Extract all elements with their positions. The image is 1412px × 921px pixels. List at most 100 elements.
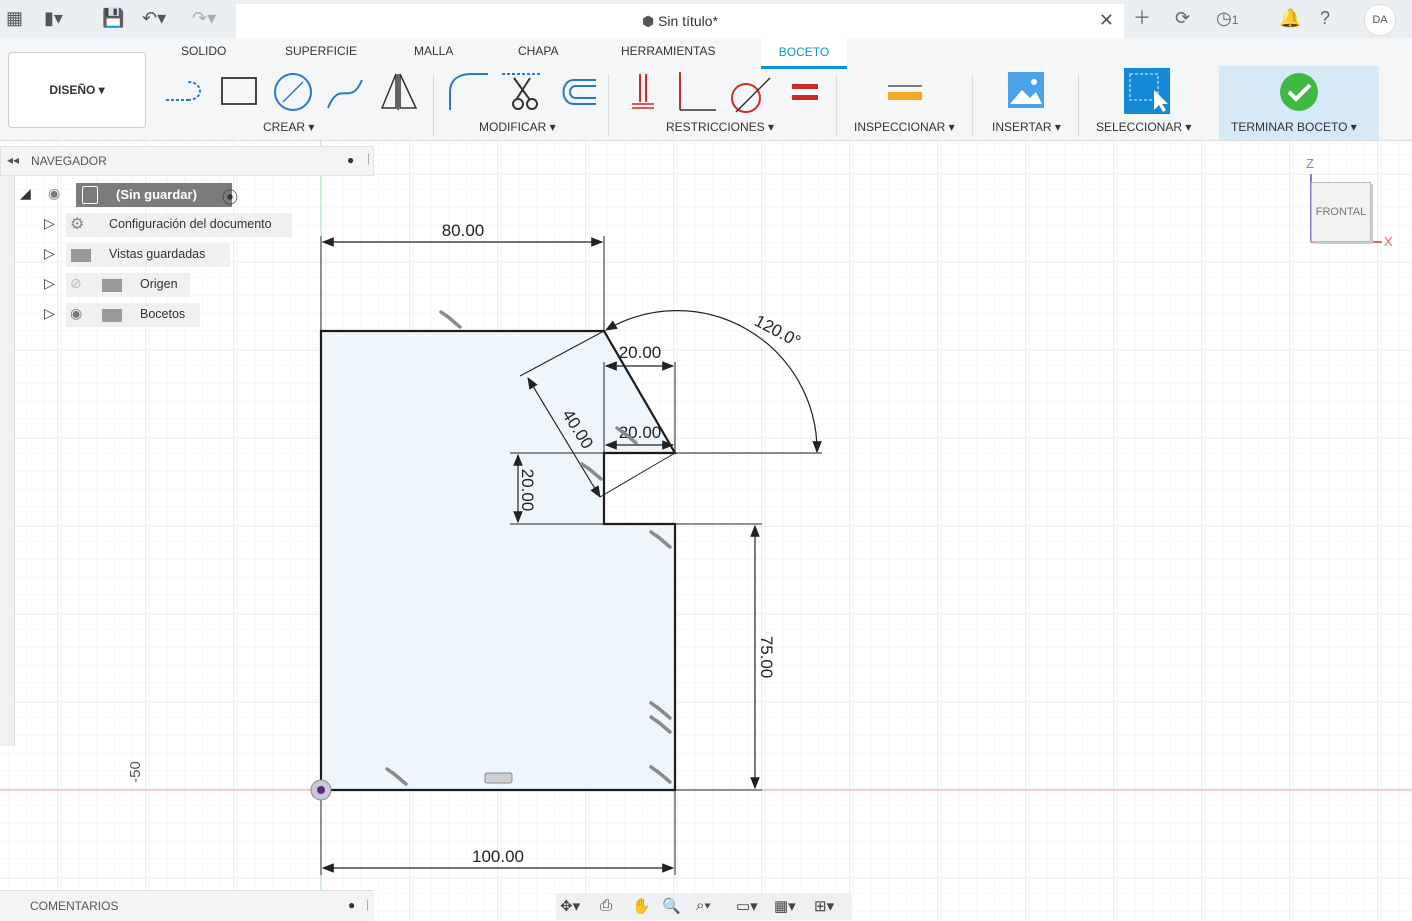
- ruler-label: -50: [127, 761, 144, 783]
- dim-bottom-width[interactable]: 100.00: [472, 847, 524, 866]
- horizontal-constraint-icon[interactable]: [615, 426, 638, 445]
- tree-item-origin[interactable]: ▷ ⊘ Origen: [40, 273, 300, 297]
- insert-image-icon[interactable]: [1008, 72, 1044, 108]
- tree-item-label: Configuración del documento: [109, 217, 272, 231]
- fit-zoom-icon[interactable]: ⌕▾: [696, 897, 711, 914]
- dim-slant-length[interactable]: 40.00: [558, 406, 597, 452]
- eye-icon[interactable]: ◉: [70, 305, 82, 322]
- orbit-icon[interactable]: ✥▾: [560, 897, 580, 915]
- divider: [972, 74, 973, 136]
- expand-triangle-icon[interactable]: ▷: [44, 305, 55, 322]
- origin-point-icon[interactable]: [310, 779, 332, 801]
- rectangle-tool-icon[interactable]: [221, 77, 257, 105]
- fillet-tool-icon[interactable]: [449, 73, 488, 110]
- root-highlight: (Sin guardar): [76, 183, 232, 207]
- save-icon[interactable]: 💾: [102, 8, 124, 28]
- look-at-icon[interactable]: ⎙: [600, 897, 612, 914]
- fix-constraint-icon[interactable]: [484, 772, 513, 784]
- display-settings-icon[interactable]: ▭▾: [736, 897, 758, 915]
- dimension-line-slant[interactable]: [527, 376, 601, 499]
- circle-tool-icon[interactable]: [274, 73, 312, 111]
- offset-tool-icon[interactable]: [562, 79, 597, 105]
- line-tool-icon[interactable]: [166, 81, 201, 101]
- vertical-constraint-icon[interactable]: [649, 701, 672, 734]
- pan-hand-icon[interactable]: ✋: [632, 897, 651, 915]
- redo-icon[interactable]: ↷▾: [192, 8, 216, 28]
- dim-step-height[interactable]: 20.00: [518, 469, 537, 512]
- expand-triangle-icon[interactable]: ▷: [44, 215, 55, 232]
- dim-step-mid[interactable]: 20.00: [619, 423, 662, 442]
- tree-item-document-settings[interactable]: ▷ ⚙ Configuración del documento: [40, 213, 300, 237]
- viewcube-x-label: X: [1384, 234, 1393, 249]
- group-crear[interactable]: CREAR ▾: [263, 120, 314, 134]
- dimension-extension-lines: [320, 236, 822, 875]
- group-modificar[interactable]: MODIFICAR ▾: [479, 120, 556, 134]
- constraint-glyphs: [385, 310, 672, 786]
- sketch-profile[interactable]: [319, 329, 677, 792]
- divider: [1078, 74, 1079, 136]
- viewports-icon[interactable]: ⊞▾: [814, 897, 834, 915]
- finish-sketch-label: TERMINAR BOCETO ▾: [1231, 120, 1357, 134]
- file-menu-icon[interactable]: ▮▾: [44, 8, 63, 28]
- equal-constraint-icon[interactable]: [792, 84, 818, 100]
- panel-grip-icon[interactable]: |: [366, 897, 369, 911]
- extensions-icon[interactable]: ⟳: [1175, 8, 1190, 28]
- group-seleccionar[interactable]: SELECCIONAR ▾: [1096, 120, 1191, 134]
- zoom-icon[interactable]: 🔍: [662, 897, 681, 915]
- dim-step-top[interactable]: 20.00: [619, 343, 662, 362]
- expand-triangle-icon[interactable]: ▷: [44, 245, 55, 262]
- select-tool-icon[interactable]: [1124, 68, 1170, 114]
- folder-icon: [71, 249, 91, 262]
- notifications-icon[interactable]: 🔔: [1279, 8, 1301, 28]
- tree-item-saved-views[interactable]: ▷ Vistas guardadas: [40, 243, 300, 267]
- spline-tool-icon[interactable]: [327, 79, 363, 109]
- add-comment-icon[interactable]: ●: [348, 898, 355, 912]
- vertical-constraint-icon[interactable]: [580, 462, 603, 481]
- help-icon[interactable]: ?: [1320, 8, 1330, 28]
- eye-hidden-icon[interactable]: ⊘: [70, 275, 82, 292]
- avatar[interactable]: DA: [1364, 4, 1396, 36]
- collapse-triangle-icon[interactable]: ◢: [20, 185, 31, 202]
- undo-icon[interactable]: ↶▾: [142, 8, 166, 28]
- tangent-constraint-icon[interactable]: [731, 77, 771, 113]
- app-grid-icon[interactable]: ▦: [6, 8, 23, 28]
- collapse-panel-icon[interactable]: ◂◂: [7, 153, 19, 167]
- browser-panel: ◂◂ NAVEGADOR ● |: [0, 146, 374, 176]
- horizontal-constraint-icon[interactable]: [649, 530, 672, 549]
- group-insertar[interactable]: INSERTAR ▾: [992, 120, 1061, 134]
- close-tab-icon[interactable]: ✕: [1099, 10, 1114, 30]
- panel-options-icon[interactable]: ●: [347, 153, 354, 167]
- perpendicular-constraint-icon[interactable]: [679, 72, 716, 111]
- horizontal-constraint-icon[interactable]: [385, 767, 408, 786]
- folder-icon: [102, 309, 122, 322]
- tree-root[interactable]: ◢ ◉ (Sin guardar) ⦿: [14, 183, 274, 207]
- grid-settings-icon[interactable]: ▦▾: [774, 897, 796, 915]
- comments-panel[interactable]: COMENTARIOS ● |: [0, 890, 374, 921]
- new-tab-icon[interactable]: ＋: [1133, 8, 1151, 28]
- activate-radio-icon[interactable]: ⦿: [222, 184, 238, 208]
- finish-sketch-button[interactable]: TERMINAR BOCETO ▾: [1219, 66, 1379, 140]
- viewcube[interactable]: FRONTAL: [1311, 182, 1371, 242]
- mirror-tool-icon[interactable]: [380, 73, 418, 110]
- panel-grip-icon[interactable]: |: [367, 151, 370, 165]
- document-tab[interactable]: ⬢ Sin título* ✕: [236, 4, 1124, 38]
- trim-tool-icon[interactable]: [502, 73, 540, 110]
- dim-top-width[interactable]: 80.00: [442, 221, 485, 240]
- eye-icon[interactable]: ◉: [48, 185, 60, 202]
- angle-arc[interactable]: [604, 310, 822, 454]
- tree-item-label: Bocetos: [140, 307, 186, 321]
- expand-triangle-icon[interactable]: ▷: [44, 275, 55, 292]
- dim-angle[interactable]: 120.0°: [751, 311, 803, 351]
- group-restricciones[interactable]: RESTRICCIONES ▾: [666, 120, 774, 134]
- fix-constraint-icon[interactable]: [632, 74, 654, 109]
- perpendicular-constraint-icon[interactable]: [649, 765, 672, 784]
- tree-item-sketches[interactable]: ▷ ◉ Bocetos: [40, 303, 300, 327]
- group-inspeccionar[interactable]: INSPECCIONAR ▾: [854, 120, 955, 134]
- component-icon: [82, 186, 98, 204]
- dim-right-height[interactable]: 75.00: [757, 636, 776, 679]
- job-status-icon[interactable]: ◷1: [1216, 8, 1238, 30]
- measure-tool-icon[interactable]: [888, 85, 922, 100]
- navigator-title: NAVEGADOR: [31, 154, 107, 168]
- comments-title: COMENTARIOS: [30, 899, 119, 913]
- horizontal-constraint-icon[interactable]: [439, 310, 462, 329]
